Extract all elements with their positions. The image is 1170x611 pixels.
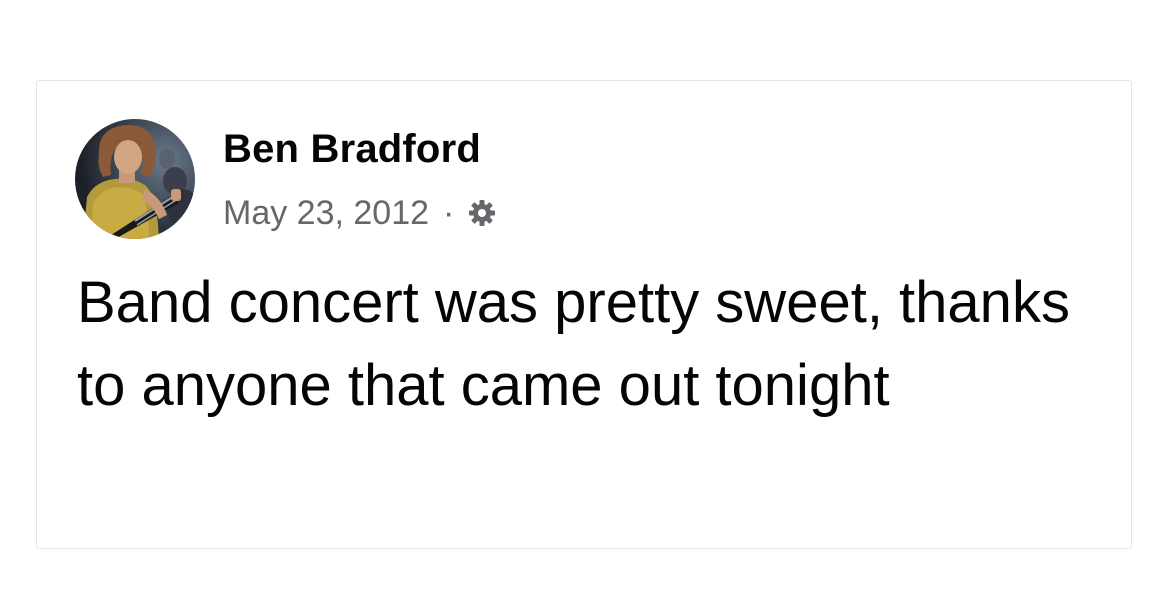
author-avatar[interactable] [75, 119, 195, 239]
meta-separator: · [443, 194, 455, 232]
post-card: Ben Bradford May 23, 2012 · Band concert… [36, 80, 1132, 549]
post-text: Band concert was pretty sweet, thanks to… [77, 270, 1070, 418]
gear-icon[interactable] [466, 197, 498, 229]
post-meta: May 23, 2012 · [223, 191, 498, 235]
avatar-photo [75, 119, 195, 239]
post-date[interactable]: May 23, 2012 [223, 194, 429, 233]
author-name[interactable]: Ben Bradford [223, 127, 481, 172]
